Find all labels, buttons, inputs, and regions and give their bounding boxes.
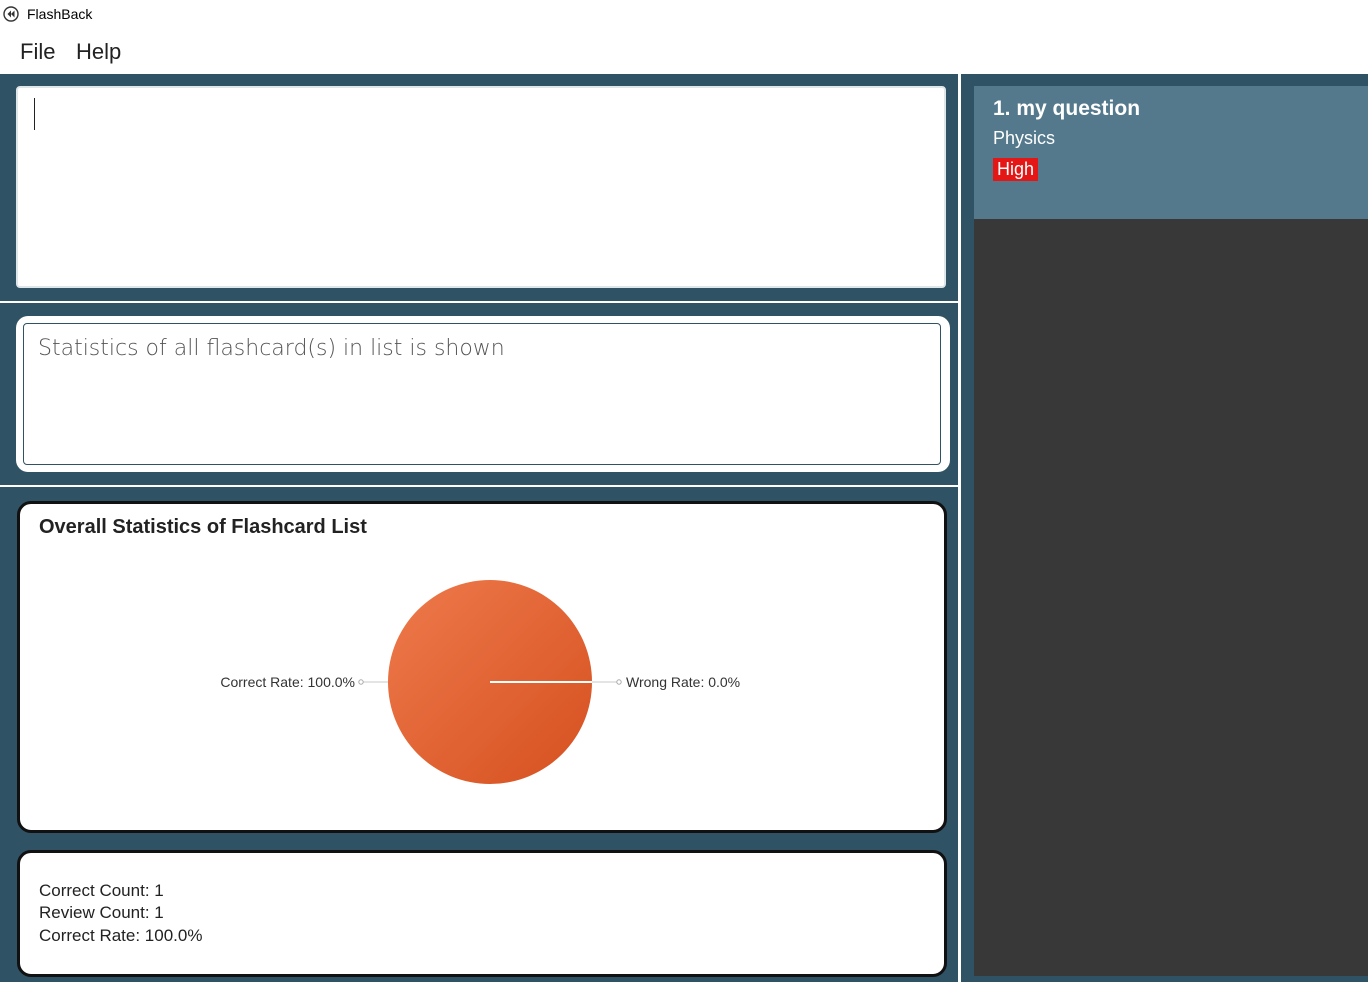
window-title: FlashBack xyxy=(27,6,93,22)
menu-help[interactable]: Help xyxy=(76,39,121,65)
statistics-counts-panel: Correct Count: 1 Review Count: 1 Correct… xyxy=(17,850,947,977)
priority-tag: High xyxy=(993,158,1039,181)
statistics-chart-panel: Overall Statistics of Flashcard List Cor… xyxy=(17,501,947,833)
review-count: Review Count: 1 xyxy=(39,903,164,922)
right-pane: 1. my question Physics High xyxy=(961,74,1368,982)
correct-count: Correct Count: 1 xyxy=(39,881,164,900)
left-pane: Statistics of all flashcard(s) in list i… xyxy=(2,74,958,982)
result-text: Statistics of all flashcard(s) in list i… xyxy=(38,336,505,361)
menu-bar: File Help xyxy=(0,30,1368,74)
flashcard-question: 1. my question xyxy=(993,97,1141,120)
app-logo-icon xyxy=(3,6,19,22)
divider xyxy=(0,301,958,303)
menu-file[interactable]: File xyxy=(20,39,55,65)
label-leader-dot xyxy=(616,679,622,685)
flashcard-category: Physics xyxy=(993,128,1056,148)
label-leader-dot xyxy=(358,679,364,685)
flashcard-list-item[interactable]: 1. my question Physics High xyxy=(974,86,1368,219)
text-caret xyxy=(34,98,35,130)
result-display: Statistics of all flashcard(s) in list i… xyxy=(16,316,950,472)
correct-rate: Correct Rate: 100.0% xyxy=(39,926,203,945)
pie-slice-label: Wrong Rate: 0.0% xyxy=(626,674,740,690)
main-area: Statistics of all flashcard(s) in list i… xyxy=(0,74,1368,982)
divider xyxy=(0,485,958,487)
command-input[interactable] xyxy=(16,86,946,288)
result-display-inner: Statistics of all flashcard(s) in list i… xyxy=(23,323,941,465)
title-bar: FlashBack xyxy=(0,0,1368,30)
flashcard-list: 1. my question Physics High xyxy=(974,86,1368,976)
pie-chart: Correct Rate: 100.0% Wrong Rate: 0.0% xyxy=(220,580,740,784)
pie-slice-label: Correct Rate: 100.0% xyxy=(220,674,355,690)
